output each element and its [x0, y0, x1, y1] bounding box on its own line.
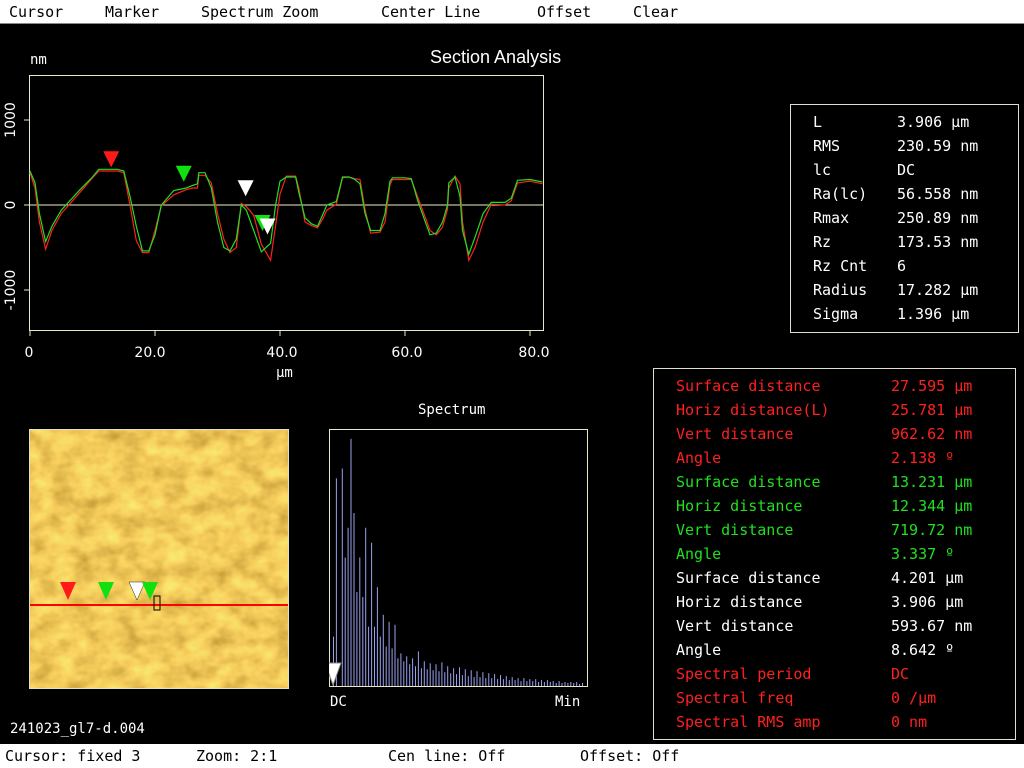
section-marker[interactable]: [237, 180, 254, 197]
stat-label: RMS: [813, 137, 841, 155]
measurement-label: Spectral RMS amp: [676, 713, 821, 731]
status-zoom: Zoom: 2:1: [196, 747, 278, 765]
x-tick-label: 60.0: [391, 345, 422, 360]
stat-label: Sigma: [813, 305, 859, 323]
spectrum-chart[interactable]: [329, 429, 588, 688]
stat-label: lc: [813, 161, 832, 179]
stat-label: Radius: [813, 281, 868, 299]
profile-line-red: [29, 170, 543, 263]
measurement-value: 719.72 nm: [891, 521, 973, 539]
y-unit-label: nm: [30, 52, 47, 68]
menu-clear[interactable]: Clear: [633, 3, 678, 21]
roughness-stats-panel: L 3.906 µm RMS 230.59 nm lc DC Ra(lc) 56.558 nm…: [790, 104, 1019, 333]
measurement-value: DC: [891, 665, 910, 683]
stat-value: 230.59 nm: [897, 137, 979, 155]
menu-bar: Cursor Marker Spectrum Zoom Center Line …: [0, 0, 1024, 24]
menu-marker[interactable]: Marker: [105, 3, 159, 21]
x-tick-label: 20.0: [134, 345, 165, 360]
measurement-label: Horiz distance: [676, 593, 803, 611]
stat-value: 250.89 nm: [897, 209, 979, 227]
measurement-value: 25.781 µm: [891, 401, 973, 419]
stat-label: Rmax: [813, 209, 850, 227]
stat-value: 17.282 µm: [897, 281, 979, 299]
stat-label: Rz Cnt: [813, 257, 868, 275]
status-offset: Offset: Off: [580, 747, 680, 765]
afm-height-image[interactable]: [29, 429, 289, 689]
y-tick-label: 0: [3, 201, 19, 210]
status-cursor: Cursor: fixed 3: [5, 747, 141, 765]
spectrum-cursor-marker[interactable]: [329, 662, 342, 687]
menu-center-line[interactable]: Center Line: [381, 3, 480, 21]
measurement-label: Angle: [676, 641, 722, 659]
measurement-value: 13.231 µm: [891, 473, 973, 491]
section-title: Section Analysis: [430, 47, 562, 67]
y-tick-label: 1000: [3, 102, 19, 138]
measurement-label: Horiz distance(L): [676, 401, 830, 419]
measurement-value: 27.595 µm: [891, 377, 973, 395]
y-tick-label: -1000: [3, 270, 19, 311]
measurement-label: Vert distance: [676, 617, 794, 635]
measurement-label: Angle: [676, 449, 722, 467]
measurement-value: 593.67 nm: [891, 617, 973, 635]
menu-cursor[interactable]: Cursor: [9, 3, 63, 21]
stat-value: DC: [897, 161, 916, 179]
x-tick-label: 80.0: [518, 345, 549, 360]
x-tick-label: 0: [25, 345, 34, 360]
measurement-value: 12.344 µm: [891, 497, 973, 515]
status-bar: Cursor: fixed 3 Zoom: 2:1 Cen line: Off …: [0, 744, 1024, 768]
stat-value: 1.396 µm: [897, 305, 970, 323]
afm-texture-noise: [30, 430, 288, 688]
stat-value: 173.53 nm: [897, 233, 979, 251]
measurement-label: Vert distance: [676, 521, 794, 539]
stat-label: Ra(lc): [813, 185, 868, 203]
menu-offset[interactable]: Offset: [537, 3, 591, 21]
measurement-label: Angle: [676, 545, 722, 563]
x-unit-label: µm: [276, 365, 293, 381]
measurement-value: 8.642 º: [891, 641, 955, 659]
section-marker[interactable]: [103, 151, 120, 168]
section-plot-frame: [29, 75, 544, 331]
section-profile-chart[interactable]: 1000 0 -1000 0 20.0 40.0 60.0 80.0: [0, 70, 560, 360]
measurement-value: 962.62 nm: [891, 425, 973, 443]
stat-label: L: [813, 113, 823, 131]
stat-value: 56.558 nm: [897, 185, 979, 203]
x-tick-label: 40.0: [266, 345, 297, 360]
measurement-label: Spectral period: [676, 665, 812, 683]
measurement-value: 3.337 º: [891, 545, 955, 563]
section-marker[interactable]: [175, 165, 192, 182]
stat-value: 3.906 µm: [897, 113, 970, 131]
measurement-value: 4.201 µm: [891, 569, 964, 587]
status-cen-line: Cen line: Off: [388, 747, 506, 765]
stat-value: 6: [897, 257, 907, 275]
menu-spectrum-zoom[interactable]: Spectrum Zoom: [201, 3, 318, 21]
measurement-label: Horiz distance: [676, 497, 803, 515]
spectrum-min-label: Min: [555, 694, 581, 710]
measurement-value: 3.906 µm: [891, 593, 964, 611]
measurement-label: Surface distance: [676, 377, 821, 395]
afm-image-svg: [30, 430, 288, 688]
measurement-value: 0 nm: [891, 713, 928, 731]
measurement-label: Surface distance: [676, 473, 821, 491]
image-filename: 241023_gl7-d.004: [10, 721, 145, 737]
measurement-label: Surface distance: [676, 569, 821, 587]
measurement-label: Vert distance: [676, 425, 794, 443]
spectrum-dc-label: DC: [330, 694, 347, 710]
spectrum-title: Spectrum: [418, 402, 486, 418]
measurement-label: Spectral freq: [676, 689, 794, 707]
measurement-value: 0 /µm: [891, 689, 937, 707]
stat-label: Rz: [813, 233, 832, 251]
measurement-value: 2.138 º: [891, 449, 955, 467]
measurement-panel: Surface distance 27.595 µm Horiz distance(…: [653, 368, 1016, 740]
profile-line-green: [29, 168, 543, 257]
